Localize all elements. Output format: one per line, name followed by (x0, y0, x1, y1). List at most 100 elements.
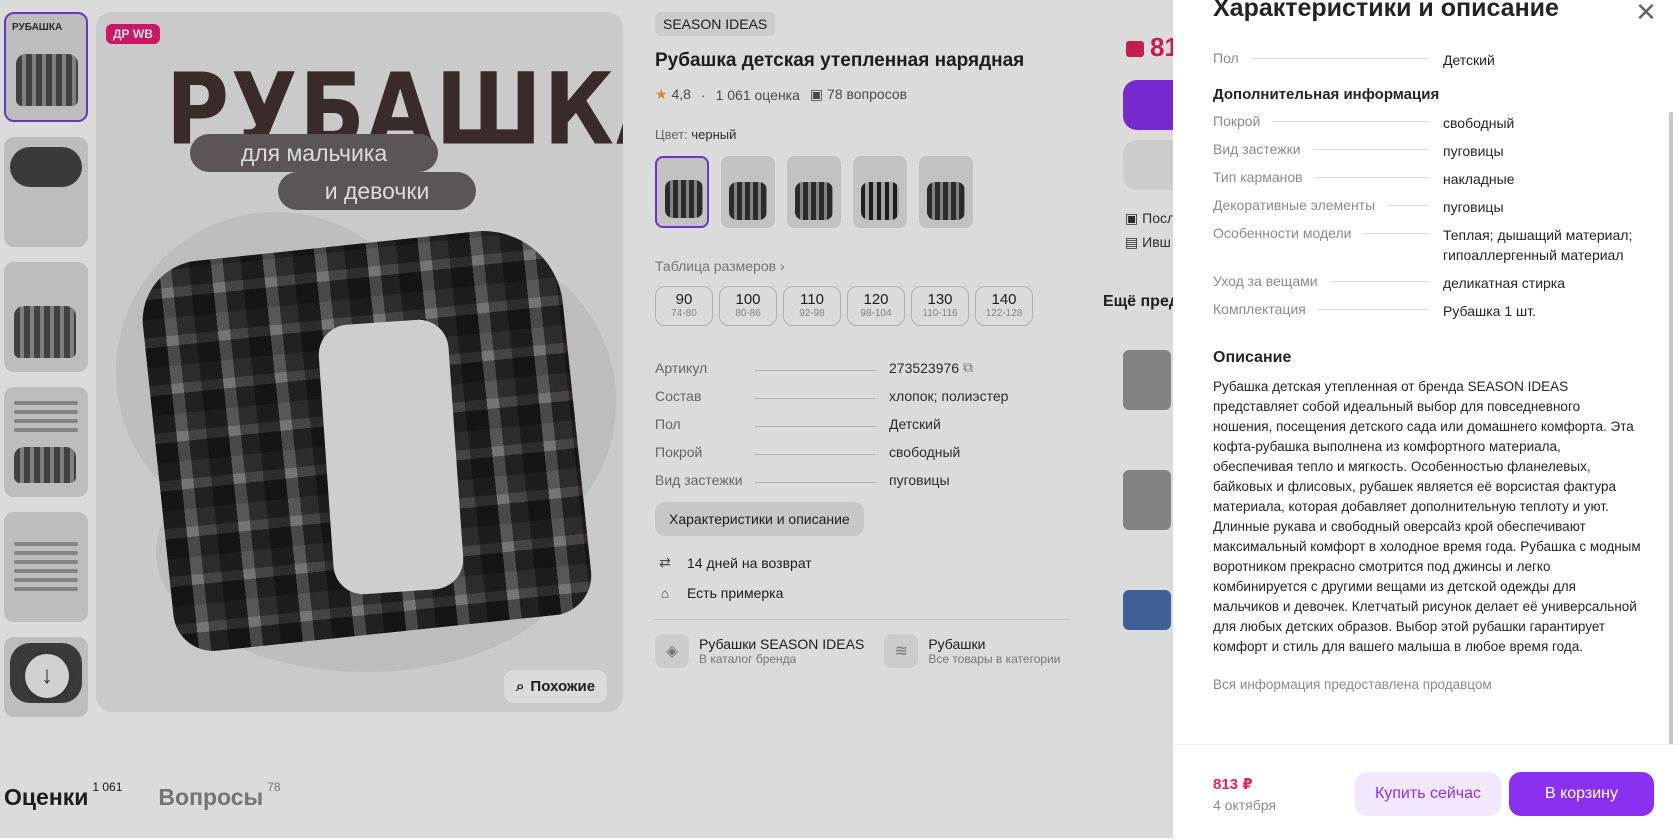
size-table-label: Таблица размеров (655, 258, 777, 274)
delivery-line: ▣ Посл (1125, 210, 1175, 227)
size-table-link[interactable]: Таблица размеров › (655, 258, 1075, 274)
char-value: Теплая; дышащий материал; гипоаллергенны… (1443, 227, 1633, 263)
rating-row: ★ 4,8 · 1 061 оценка ▣ 78 вопросов (655, 86, 908, 103)
size-range: 110-116 (922, 308, 958, 319)
promo-badge: ДР WB (106, 24, 160, 44)
store-line: ▤ Ивш (1125, 234, 1171, 251)
char-row: Особенности модели Теплая; дышащий матери… (1213, 225, 1643, 265)
color-swatch[interactable] (853, 156, 907, 228)
char-value: Рубашка 1 шт. (1443, 303, 1536, 319)
size-option[interactable]: 120 98-104 (847, 286, 905, 326)
size-number: 120 (863, 291, 889, 308)
offer-card[interactable] (1103, 450, 1173, 558)
thumbnail-3[interactable] (4, 262, 88, 372)
rating-value: 4,8 (671, 86, 691, 102)
search-similar-icon: ⌕ (516, 678, 525, 695)
tab-reviews-count: 1 061 (92, 780, 123, 794)
hanger-icon: ⌂ (660, 585, 670, 601)
panel-footer: 813 ₽ 4 октября Купить сейчас В корзину (1173, 744, 1678, 840)
copy-icon[interactable]: ⧉ (963, 359, 973, 376)
brand-catalog-link[interactable]: ◈ Рубашки SEASON IDEAS В каталог бренда (655, 634, 864, 668)
fitting-info: ⌂ Есть примерка (655, 585, 1075, 601)
return-label: 14 дней на возврат (687, 554, 812, 571)
thumbnail-5[interactable] (4, 512, 88, 622)
char-row: Комплектация Рубашка 1 шт. (1213, 301, 1643, 321)
wallet-icon (1126, 41, 1144, 58)
image-pill-2: и девочки (278, 172, 476, 210)
main-product-image[interactable]: ДР WB РУБАШКА для мальчика и девочки ⌕По… (96, 12, 623, 712)
color-line: Цвет: черный (655, 127, 1075, 142)
description-text: Рубашка детская утепленная от бренда SEA… (1213, 379, 1641, 654)
close-button[interactable]: ✕ (1633, 0, 1659, 26)
char-key: Пол (1213, 50, 1239, 66)
thumbnail-1[interactable]: РУБАШКА (4, 12, 88, 122)
spec-key: Состав (655, 388, 702, 404)
buy-now-button[interactable]: Купить сейчас (1355, 772, 1501, 816)
add-to-cart-button[interactable]: В корзину (1509, 772, 1654, 816)
similar-label: Похожие (530, 678, 596, 695)
color-swatch[interactable] (655, 156, 709, 228)
size-range: 74-80 (671, 308, 697, 319)
image-pill-1: для мальчика (190, 134, 438, 172)
reviews-link[interactable]: 1 061 оценка (716, 87, 800, 103)
size-option[interactable]: 110 92-98 (783, 286, 841, 326)
spec-list: Артикул 273523976 ⧉ Состав хлопок; полиэст… (655, 348, 1075, 488)
arrow-down-icon: ↓ (41, 662, 53, 689)
size-option[interactable]: 90 74-80 (655, 286, 713, 326)
category-link-sub: Все товары в категории (928, 652, 1061, 666)
category-link-title: Рубашки (928, 636, 986, 652)
description-title: Описание (1213, 349, 1292, 366)
char-value: деликатная стирка (1443, 275, 1566, 291)
spec-key: Вид застежки (655, 472, 743, 488)
char-row: Тип карманов накладные (1213, 169, 1643, 189)
divider (655, 619, 1070, 620)
return-icon: ⇄ (659, 554, 671, 570)
product-title: Рубашка детская утепленная нарядная (655, 50, 1025, 71)
size-option[interactable]: 100 80-86 (719, 286, 777, 326)
thumbnail-2[interactable] (4, 137, 88, 247)
panel-scrollbar[interactable] (1669, 112, 1673, 748)
size-number: 100 (735, 291, 761, 308)
category-link[interactable]: ≋ Рубашки Все товары в категории (884, 634, 1060, 668)
delivery-date: 4 октября (1213, 797, 1276, 813)
tab-questions[interactable]: Вопросы 78 (158, 780, 280, 811)
fitting-label: Есть примерка (687, 585, 784, 601)
size-option[interactable]: 130 110-116 (911, 286, 969, 326)
offer-card[interactable] (1103, 330, 1173, 438)
questions-link[interactable]: ▣ 78 вопросов (810, 86, 907, 103)
char-row: Вид застежки пуговицы (1213, 141, 1643, 161)
offer-card[interactable] (1103, 570, 1173, 650)
color-value: черный (691, 127, 737, 142)
chat-icon: ▣ (809, 86, 824, 102)
size-option[interactable]: 140 122-128 (975, 286, 1033, 326)
delivery-text: Посл (1142, 210, 1176, 226)
char-value: пуговицы (1443, 143, 1504, 159)
char-key: Уход за вещами (1213, 273, 1318, 289)
char-value: Детский (1443, 52, 1495, 68)
color-swatch[interactable] (787, 156, 841, 228)
characteristics-button[interactable]: Характеристики и описание (655, 502, 864, 536)
similar-button[interactable]: ⌕ Похожие (504, 670, 608, 703)
additional-info-title: Дополнительная информация (1213, 86, 1440, 103)
color-swatch[interactable] (919, 156, 973, 228)
tag-icon: ◈ (655, 634, 689, 668)
scroll-down-button[interactable]: ↓ (25, 654, 69, 698)
spec-key: Пол (655, 416, 681, 432)
spec-value: хлопок; полиэстер (889, 388, 1009, 404)
content-tabs: Оценки 1 061 Вопросы 78 (4, 780, 281, 811)
color-swatch[interactable] (721, 156, 775, 228)
brand-link-title: Рубашки SEASON IDEAS (699, 636, 865, 652)
char-key: Особенности модели (1213, 225, 1352, 241)
char-key: Комплектация (1213, 301, 1306, 317)
size-number: 140 (991, 291, 1017, 308)
thumbnail-4[interactable] (4, 387, 88, 497)
size-range: 80-86 (735, 308, 761, 319)
char-row: Покрой свободный (1213, 113, 1643, 133)
thumbnail-list: РУБАШКА (4, 12, 88, 732)
tab-reviews[interactable]: Оценки 1 061 (4, 780, 122, 811)
panel-content: Пол Детский Дополнительная информация Пок… (1213, 50, 1643, 692)
spec-row: Покрой свободный (655, 432, 1075, 460)
brand-tag[interactable]: SEASON IDEAS (655, 12, 776, 36)
tab-questions-count: 78 (267, 780, 281, 794)
char-value: накладные (1443, 171, 1515, 187)
